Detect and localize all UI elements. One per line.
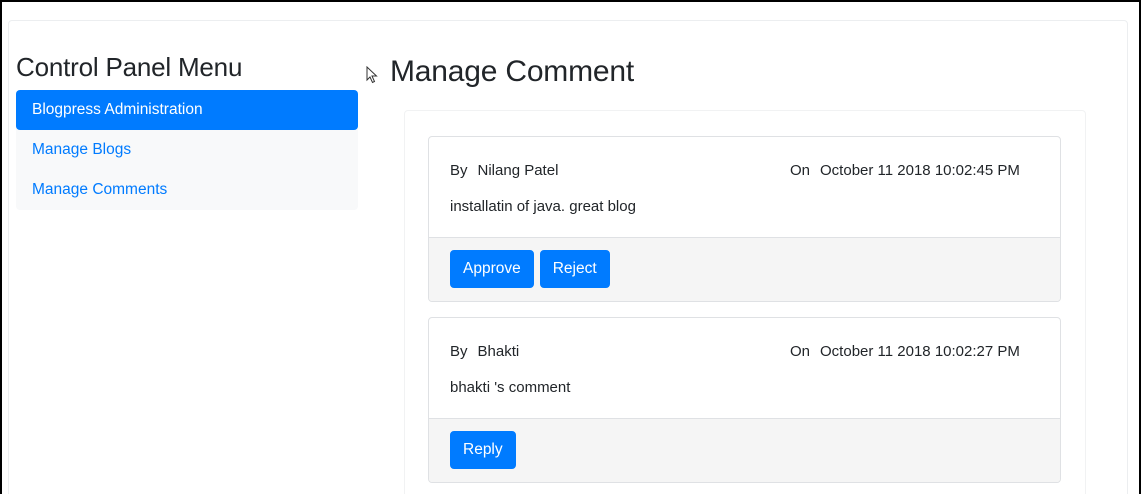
comment-body: By Bhakti On October 11 2018 10:02:27 PM b…	[429, 318, 1060, 418]
reply-button[interactable]: Reply	[450, 431, 516, 469]
menu-item-manage-blogs[interactable]: Manage Blogs	[16, 130, 358, 170]
on-label: On	[790, 162, 811, 179]
comment-text: bhakti 's comment	[450, 379, 571, 396]
page-title: Manage Comment	[390, 55, 634, 88]
by-label: By	[450, 343, 468, 360]
author-name: Nilang Patel	[477, 162, 559, 179]
mouse-pointer-icon	[366, 65, 378, 89]
comment-actions: Approve Reject	[429, 237, 1060, 301]
date-value: October 11 2018 10:02:27 PM	[820, 343, 1020, 360]
sidebar: Control Panel Menu Blogpress Administrat…	[16, 50, 358, 210]
comment-author: By Bhakti	[450, 343, 519, 360]
on-label: On	[790, 343, 811, 360]
comment-card: By Nilang Patel On October 11 2018 10:02:4…	[428, 136, 1061, 302]
comment-text: installatin of java. great blog	[450, 198, 636, 215]
browser-frame: Control Panel Menu Blogpress Administrat…	[0, 0, 1141, 494]
comment-date: On October 11 2018 10:02:45 PM	[790, 162, 1020, 179]
comment-actions: Reply	[429, 418, 1060, 482]
control-panel-menu: Blogpress Administration Manage Blogs Ma…	[16, 90, 358, 210]
menu-item-manage-comments[interactable]: Manage Comments	[16, 170, 358, 210]
reject-button[interactable]: Reject	[539, 250, 610, 288]
author-name: Bhakti	[477, 343, 520, 360]
menu-item-blogpress-administration[interactable]: Blogpress Administration	[16, 90, 358, 130]
by-label: By	[450, 162, 468, 179]
comment-body: By Nilang Patel On October 11 2018 10:02:4…	[429, 137, 1060, 237]
sidebar-title: Control Panel Menu	[16, 52, 243, 82]
comment-date: On October 11 2018 10:02:27 PM	[790, 343, 1020, 360]
comment-card: By Bhakti On October 11 2018 10:02:27 PM b…	[428, 317, 1061, 483]
approve-button[interactable]: Approve	[450, 250, 534, 288]
date-value: October 11 2018 10:02:45 PM	[820, 162, 1020, 179]
comment-author: By Nilang Patel	[450, 162, 558, 179]
